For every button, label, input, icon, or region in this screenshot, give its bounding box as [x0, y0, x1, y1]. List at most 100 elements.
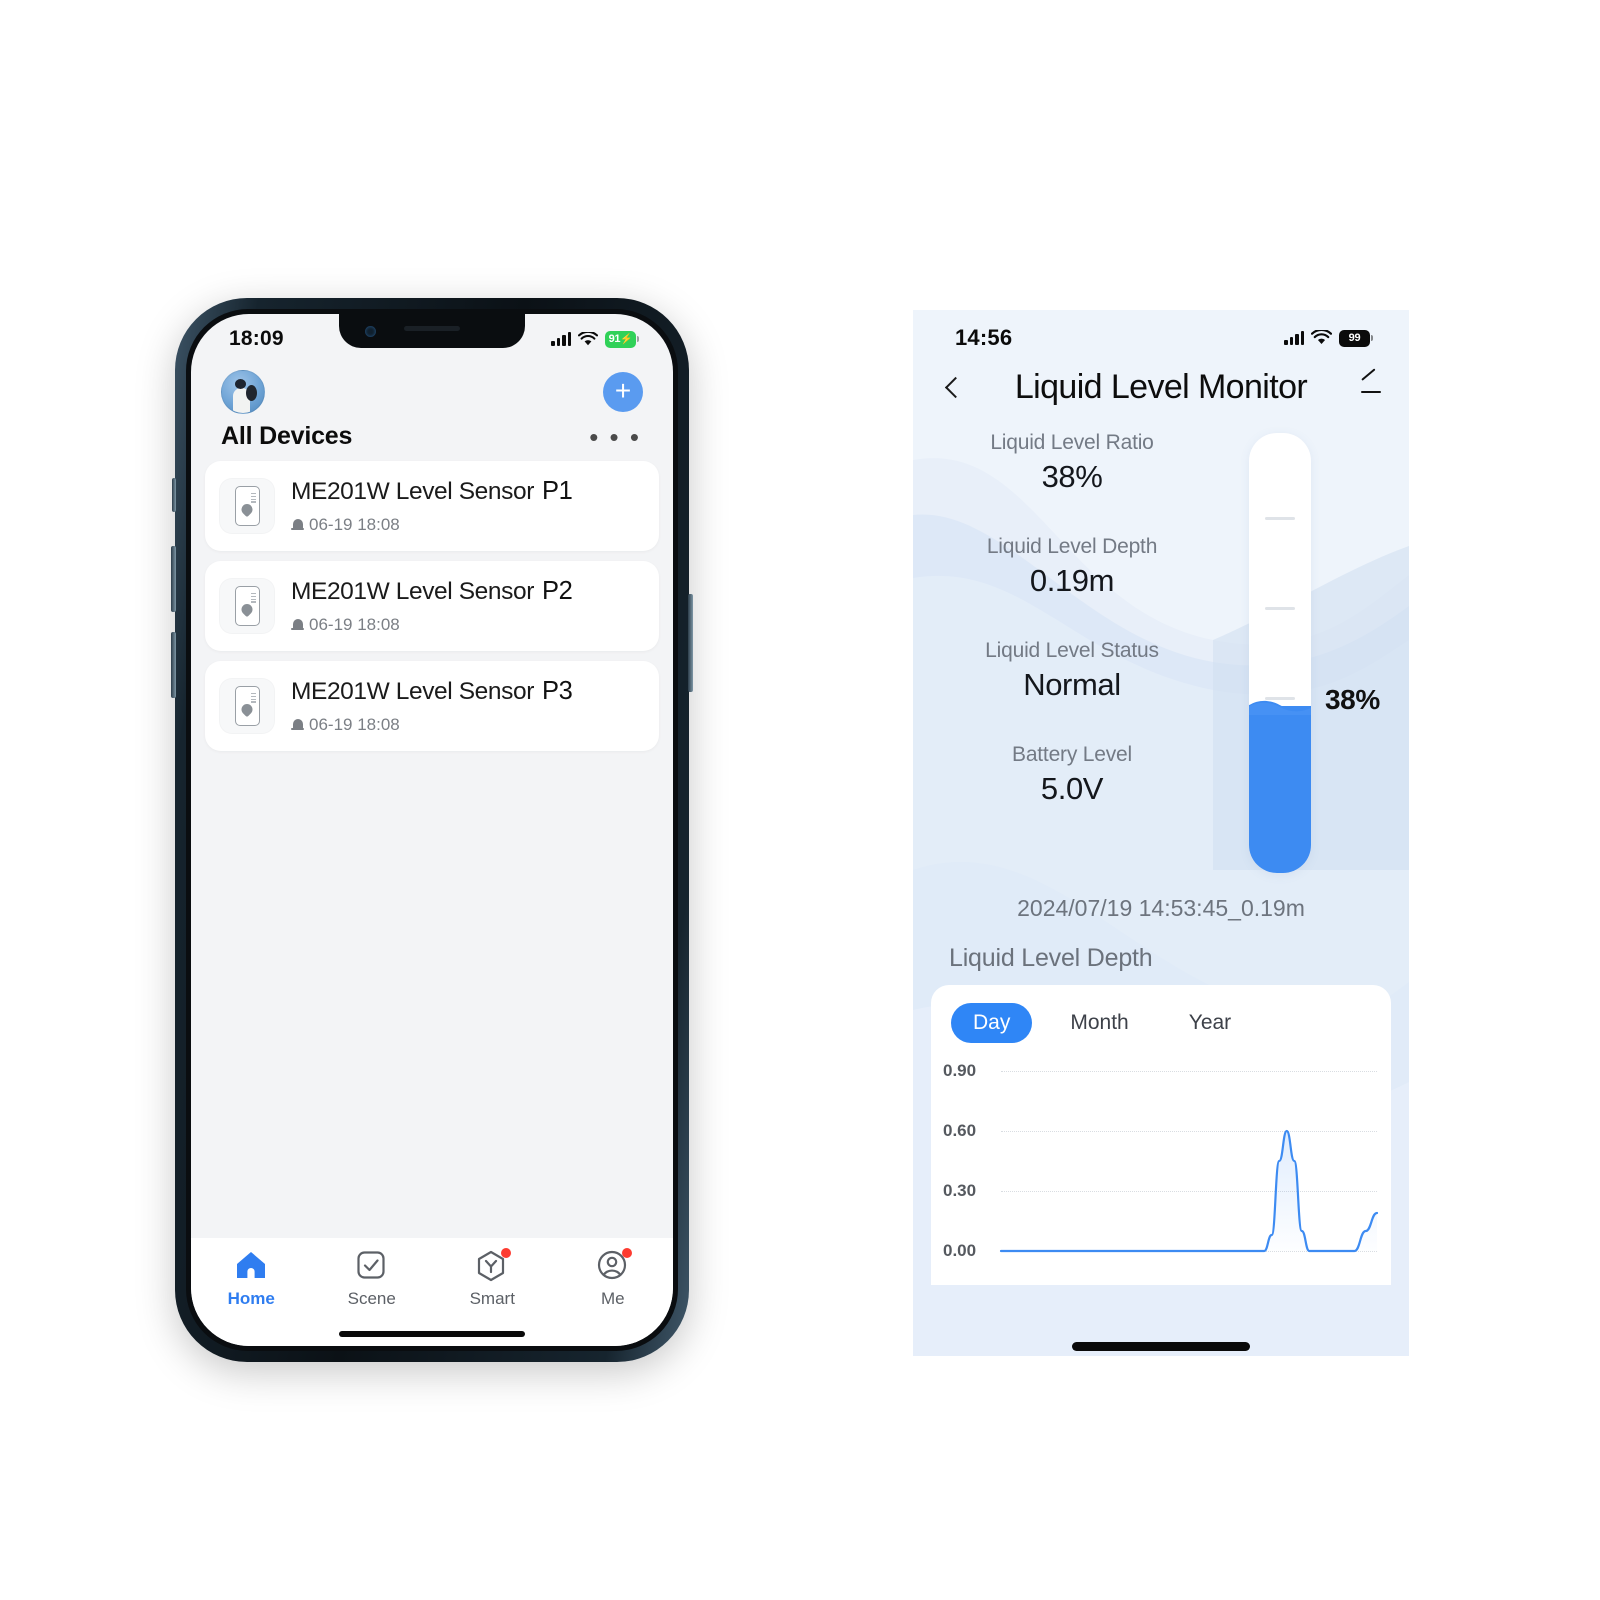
device-timestamp: 06-19 18:08 — [309, 515, 400, 534]
metric-liquid-level-status: Liquid Level Status Normal — [935, 639, 1249, 703]
home-indicator[interactable] — [339, 1331, 525, 1337]
avatar[interactable] — [221, 370, 265, 414]
metric-value: 38% — [1041, 459, 1103, 494]
status-bar-icons: 99 — [1284, 329, 1373, 347]
volume-up-button[interactable] — [171, 546, 176, 612]
page-title: Liquid Level Monitor — [1014, 368, 1308, 406]
notification-badge — [501, 1248, 512, 1258]
metric-value: 5.0V — [1040, 771, 1104, 806]
tab-scene-label: Scene — [347, 1289, 396, 1308]
metrics-area: Liquid Level Ratio 38% Liquid Level Dept… — [913, 407, 1409, 873]
metric-label: Liquid Level Ratio — [990, 431, 1154, 454]
earpiece-speaker — [404, 326, 460, 331]
bell-icon — [291, 618, 304, 632]
tab-day[interactable]: Day — [951, 1003, 1033, 1043]
power-button[interactable] — [688, 594, 693, 692]
device-timestamp-row: 06-19 18:08 — [291, 515, 647, 535]
page-title: All Devices — [221, 422, 353, 450]
device-name: ME201W Level Sensor — [291, 678, 534, 705]
battery-percent: 99 — [1348, 332, 1361, 344]
check-square-icon — [356, 1250, 388, 1282]
battery-icon: 91 ⚡ — [605, 330, 639, 348]
home-screen: 18:09 91 ⚡ + All Devices • • • ME201W Le… — [191, 314, 673, 1346]
line-chart: 0.90 0.60 0.30 0.00 — [931, 1057, 1391, 1260]
metric-liquid-level-depth: Liquid Level Depth 0.19m — [935, 535, 1249, 599]
gauge-percent-label: 38% — [1325, 683, 1380, 715]
tab-home[interactable]: Home — [191, 1250, 312, 1309]
device-port: P1 — [541, 477, 573, 505]
wave-surface-icon — [1249, 700, 1311, 715]
chart-series-path — [1001, 1057, 1377, 1257]
status-bar-icons: 91 ⚡ — [551, 330, 639, 348]
range-tabs: Day Month Year — [931, 1003, 1391, 1043]
add-device-button[interactable]: + — [603, 372, 643, 412]
y-tick-label: 0.00 — [943, 1241, 977, 1260]
pencil-edit-icon[interactable] — [1355, 373, 1385, 403]
notch — [339, 314, 525, 348]
device-timestamp: 06-19 18:08 — [309, 615, 400, 634]
device-timestamp: 06-19 18:08 — [309, 715, 400, 734]
metric-label: Liquid Level Depth — [986, 535, 1158, 558]
tab-me[interactable]: Me — [553, 1248, 674, 1309]
device-name: ME201W Level Sensor — [291, 578, 534, 605]
battery-percent: 91 — [608, 333, 621, 345]
metric-label: Battery Level — [1012, 743, 1132, 766]
bottom-tab-bar: Home Scene Smart Me — [191, 1238, 673, 1346]
wifi-icon — [1311, 330, 1332, 344]
y-tick-label: 0.60 — [943, 1121, 977, 1140]
device-name: ME201W Level Sensor — [291, 478, 534, 505]
gauge-fill — [1249, 700, 1311, 873]
all-devices-row: All Devices • • • — [191, 414, 673, 461]
metric-value: 0.19m — [1029, 563, 1115, 598]
tab-month[interactable]: Month — [1048, 1003, 1150, 1043]
y-tick-label: 0.30 — [943, 1181, 977, 1200]
battery-icon: 99 — [1339, 329, 1373, 347]
metric-value: Normal — [1023, 667, 1121, 702]
more-options-icon[interactable]: • • • — [589, 424, 641, 450]
device-icon — [219, 478, 275, 534]
metric-label: Liquid Level Status — [985, 639, 1159, 662]
latest-reading: 2024/07/19 14:53:45_0.19m — [1017, 895, 1305, 921]
cellular-bars-icon — [551, 332, 571, 346]
device-list: ME201W Level Sensor P1 06-19 18:08 ME201… — [191, 461, 673, 751]
device-icon — [219, 678, 275, 734]
device-icon — [219, 578, 275, 634]
metric-battery-level: Battery Level 5.0V — [935, 743, 1249, 807]
bell-icon — [291, 718, 304, 732]
device-timestamp-row: 06-19 18:08 — [291, 715, 647, 735]
tab-smart-label: Smart — [469, 1289, 515, 1308]
status-bar: 14:56 99 — [913, 310, 1409, 366]
tab-scene[interactable]: Scene — [312, 1250, 433, 1309]
y-tick-label: 0.90 — [943, 1061, 977, 1080]
left-phone-frame: 18:09 91 ⚡ + All Devices • • • ME201W Le… — [171, 298, 693, 1362]
home-header: + — [191, 364, 673, 414]
front-camera-icon — [365, 326, 376, 337]
table-row[interactable]: ME201W Level Sensor P2 06-19 18:08 — [205, 561, 659, 651]
tab-smart[interactable]: Smart — [432, 1248, 553, 1309]
bell-icon — [291, 518, 304, 532]
cellular-bars-icon — [1284, 331, 1304, 345]
tab-home-label: Home — [227, 1289, 275, 1308]
table-row[interactable]: ME201W Level Sensor P1 06-19 18:08 — [205, 461, 659, 551]
mute-switch[interactable] — [172, 478, 176, 512]
metric-liquid-level-ratio: Liquid Level Ratio 38% — [935, 431, 1249, 495]
device-port: P2 — [541, 577, 573, 605]
home-indicator[interactable] — [1072, 1342, 1250, 1351]
wifi-icon — [578, 331, 598, 345]
home-icon — [235, 1250, 267, 1282]
table-row[interactable]: ME201W Level Sensor P3 06-19 18:08 — [205, 661, 659, 751]
detail-screenshot: 14:56 99 Liquid Level Monitor Liquid Lev… — [913, 310, 1409, 1356]
notification-badge — [621, 1248, 632, 1258]
status-bar-time: 14:56 — [955, 325, 1013, 350]
chevron-left-icon[interactable] — [937, 373, 967, 403]
detail-header: Liquid Level Monitor — [913, 366, 1409, 407]
tab-me-label: Me — [600, 1289, 625, 1308]
hexagon-y-icon — [476, 1248, 512, 1282]
volume-down-button[interactable] — [171, 632, 176, 698]
status-bar-time: 18:09 — [229, 327, 284, 350]
metrics-column: Liquid Level Ratio 38% Liquid Level Dept… — [913, 425, 1249, 873]
phone-bezel: 18:09 91 ⚡ + All Devices • • • ME201W Le… — [186, 309, 678, 1351]
chart-section-title: Liquid Level Depth — [949, 944, 1153, 972]
tab-year[interactable]: Year — [1167, 1003, 1253, 1043]
chart-card: Day Month Year 0.90 0.60 0.30 0.00 — [931, 985, 1391, 1285]
